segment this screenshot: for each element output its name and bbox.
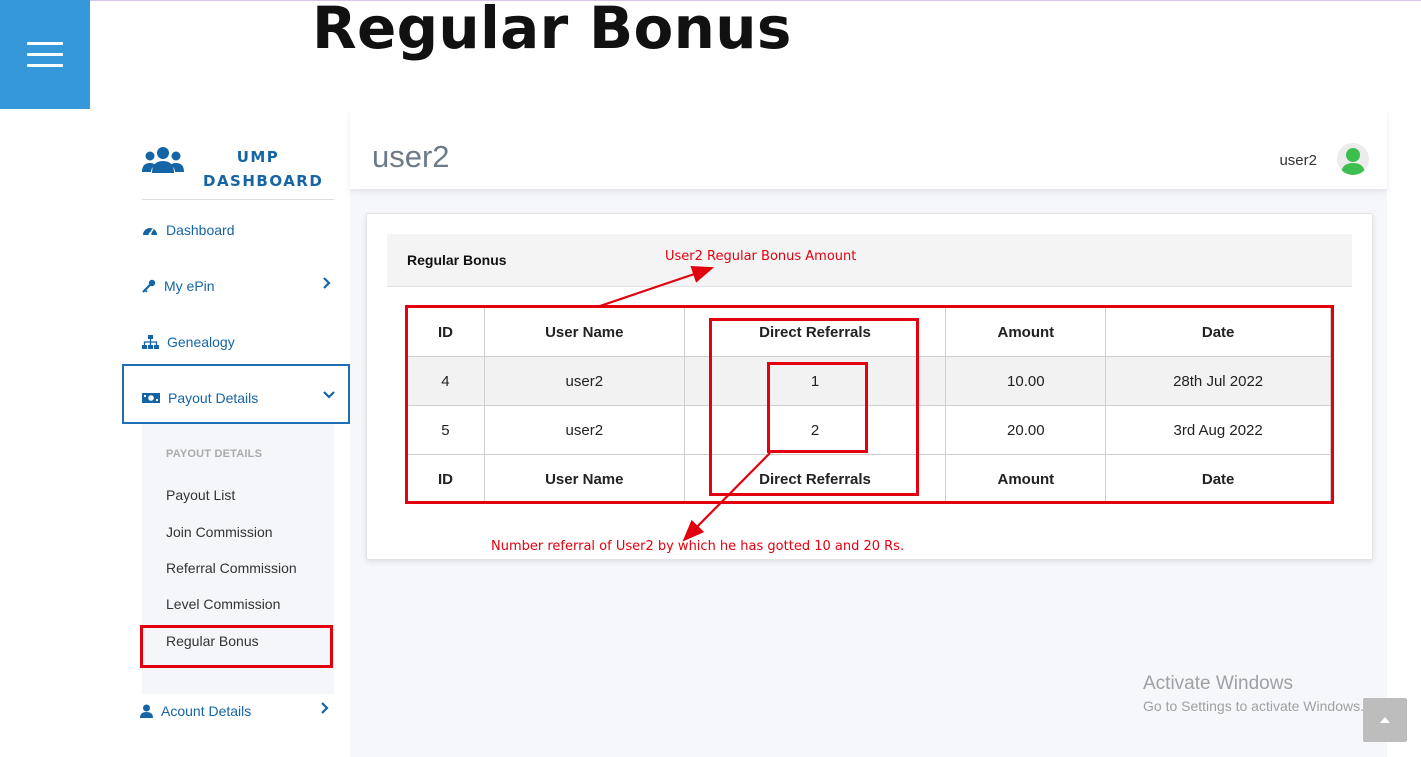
cell-id: 4 <box>406 356 485 406</box>
hamburger-line <box>27 64 63 67</box>
header-username[interactable]: user2 <box>1279 152 1317 169</box>
cell-amount: 20.00 <box>945 405 1107 455</box>
menu-toggle-button[interactable] <box>0 0 90 109</box>
sitemap-icon <box>142 335 159 349</box>
cell-id: 5 <box>406 405 485 455</box>
cell-direct-referrals: 1 <box>683 356 947 406</box>
key-icon <box>142 279 156 293</box>
brand-name: UMP DASHBOARD <box>203 145 324 193</box>
referral-annotation: Number referral of User2 by which he has… <box>491 539 905 554</box>
card-title: Regular Bonus <box>407 252 507 268</box>
column-header-user-name[interactable]: User Name <box>483 307 685 357</box>
sidebar-item-dashboard[interactable]: Dashboard <box>142 218 332 242</box>
submenu-item-payout-list[interactable]: Payout List <box>166 487 235 503</box>
page-title: user2 <box>372 139 450 174</box>
hamburger-line <box>27 53 63 56</box>
money-icon <box>142 393 160 403</box>
brand-line-2: DASHBOARD <box>203 172 324 190</box>
card-header: Regular Bonus <box>387 234 1352 287</box>
submenu-item-level-commission[interactable]: Level Commission <box>166 596 280 612</box>
brand-line-1: UMP <box>236 148 280 166</box>
activation-watermark-title: Activate Windows <box>1143 673 1293 694</box>
right-edge <box>1387 109 1421 757</box>
sidebar-item-payout-details[interactable]: Payout Details <box>142 386 335 410</box>
sidebar: UMP DASHBOARD Dashboard My ePin Genealog… <box>90 109 350 757</box>
table-row: 4 user2 1 10.00 28th Jul 2022 <box>406 356 1331 406</box>
column-footer-direct-referrals: Direct Referrals <box>683 454 947 504</box>
submenu-item-regular-bonus[interactable]: Regular Bonus <box>166 633 259 649</box>
regular-bonus-table: ID User Name Direct Referrals Amount Dat… <box>406 307 1331 504</box>
amount-annotation: User2 Regular Bonus Amount <box>665 249 857 264</box>
column-header-date[interactable]: Date <box>1105 307 1331 357</box>
sidebar-item-my-epin[interactable]: My ePin <box>142 274 332 298</box>
sidebar-item-label: Payout Details <box>168 390 259 406</box>
table-row: 5 user2 2 20.00 3rd Aug 2022 <box>406 405 1331 455</box>
cell-user-name: user2 <box>483 405 685 455</box>
sidebar-item-label: Acount Details <box>161 703 252 719</box>
table-footer-row: ID User Name Direct Referrals Amount Dat… <box>406 454 1331 504</box>
column-footer-id: ID <box>406 454 485 504</box>
sidebar-item-label: Dashboard <box>166 222 235 238</box>
column-footer-date: Date <box>1105 454 1331 504</box>
sidebar-item-label: My ePin <box>164 278 215 294</box>
scroll-to-top-button[interactable] <box>1363 698 1407 742</box>
sidebar-item-account-details[interactable]: Acount Details <box>140 699 330 723</box>
cell-date: 3rd Aug 2022 <box>1105 405 1331 455</box>
avatar[interactable] <box>1337 143 1369 175</box>
user-icon <box>140 704 153 718</box>
table-header-row: ID User Name Direct Referrals Amount Dat… <box>406 307 1331 357</box>
submenu-title: PAYOUT DETAILS <box>166 448 263 460</box>
page-heading: Regular Bonus <box>312 0 792 62</box>
chevron-up-icon <box>1380 717 1390 723</box>
brand-logo <box>142 145 184 175</box>
left-gutter <box>0 109 90 757</box>
user-avatar-icon <box>1341 148 1365 175</box>
column-header-id[interactable]: ID <box>406 307 485 357</box>
column-header-direct-referrals[interactable]: Direct Referrals <box>683 307 947 357</box>
cell-direct-referrals: 2 <box>683 405 947 455</box>
activation-watermark-subtitle: Go to Settings to activate Windows. <box>1143 698 1364 714</box>
sidebar-item-genealogy[interactable]: Genealogy <box>142 330 332 354</box>
column-header-amount[interactable]: Amount <box>945 307 1107 357</box>
cell-date: 28th Jul 2022 <box>1105 356 1331 406</box>
submenu-item-referral-commission[interactable]: Referral Commission <box>166 560 297 576</box>
chevron-right-icon <box>323 277 331 289</box>
sidebar-item-label: Genealogy <box>167 334 235 350</box>
payout-submenu: PAYOUT DETAILS Payout List Join Commissi… <box>142 424 334 694</box>
chevron-right-icon <box>321 702 329 714</box>
gauge-icon <box>143 228 157 236</box>
main-header: user2 user2 <box>350 109 1387 189</box>
chevron-down-icon <box>323 391 335 399</box>
column-footer-user-name: User Name <box>483 454 685 504</box>
users-icon <box>142 147 184 173</box>
cell-user-name: user2 <box>483 356 685 406</box>
column-footer-amount: Amount <box>945 454 1107 504</box>
submenu-item-join-commission[interactable]: Join Commission <box>166 524 273 540</box>
divider <box>142 199 334 200</box>
hamburger-line <box>27 42 63 45</box>
cell-amount: 10.00 <box>945 356 1107 406</box>
